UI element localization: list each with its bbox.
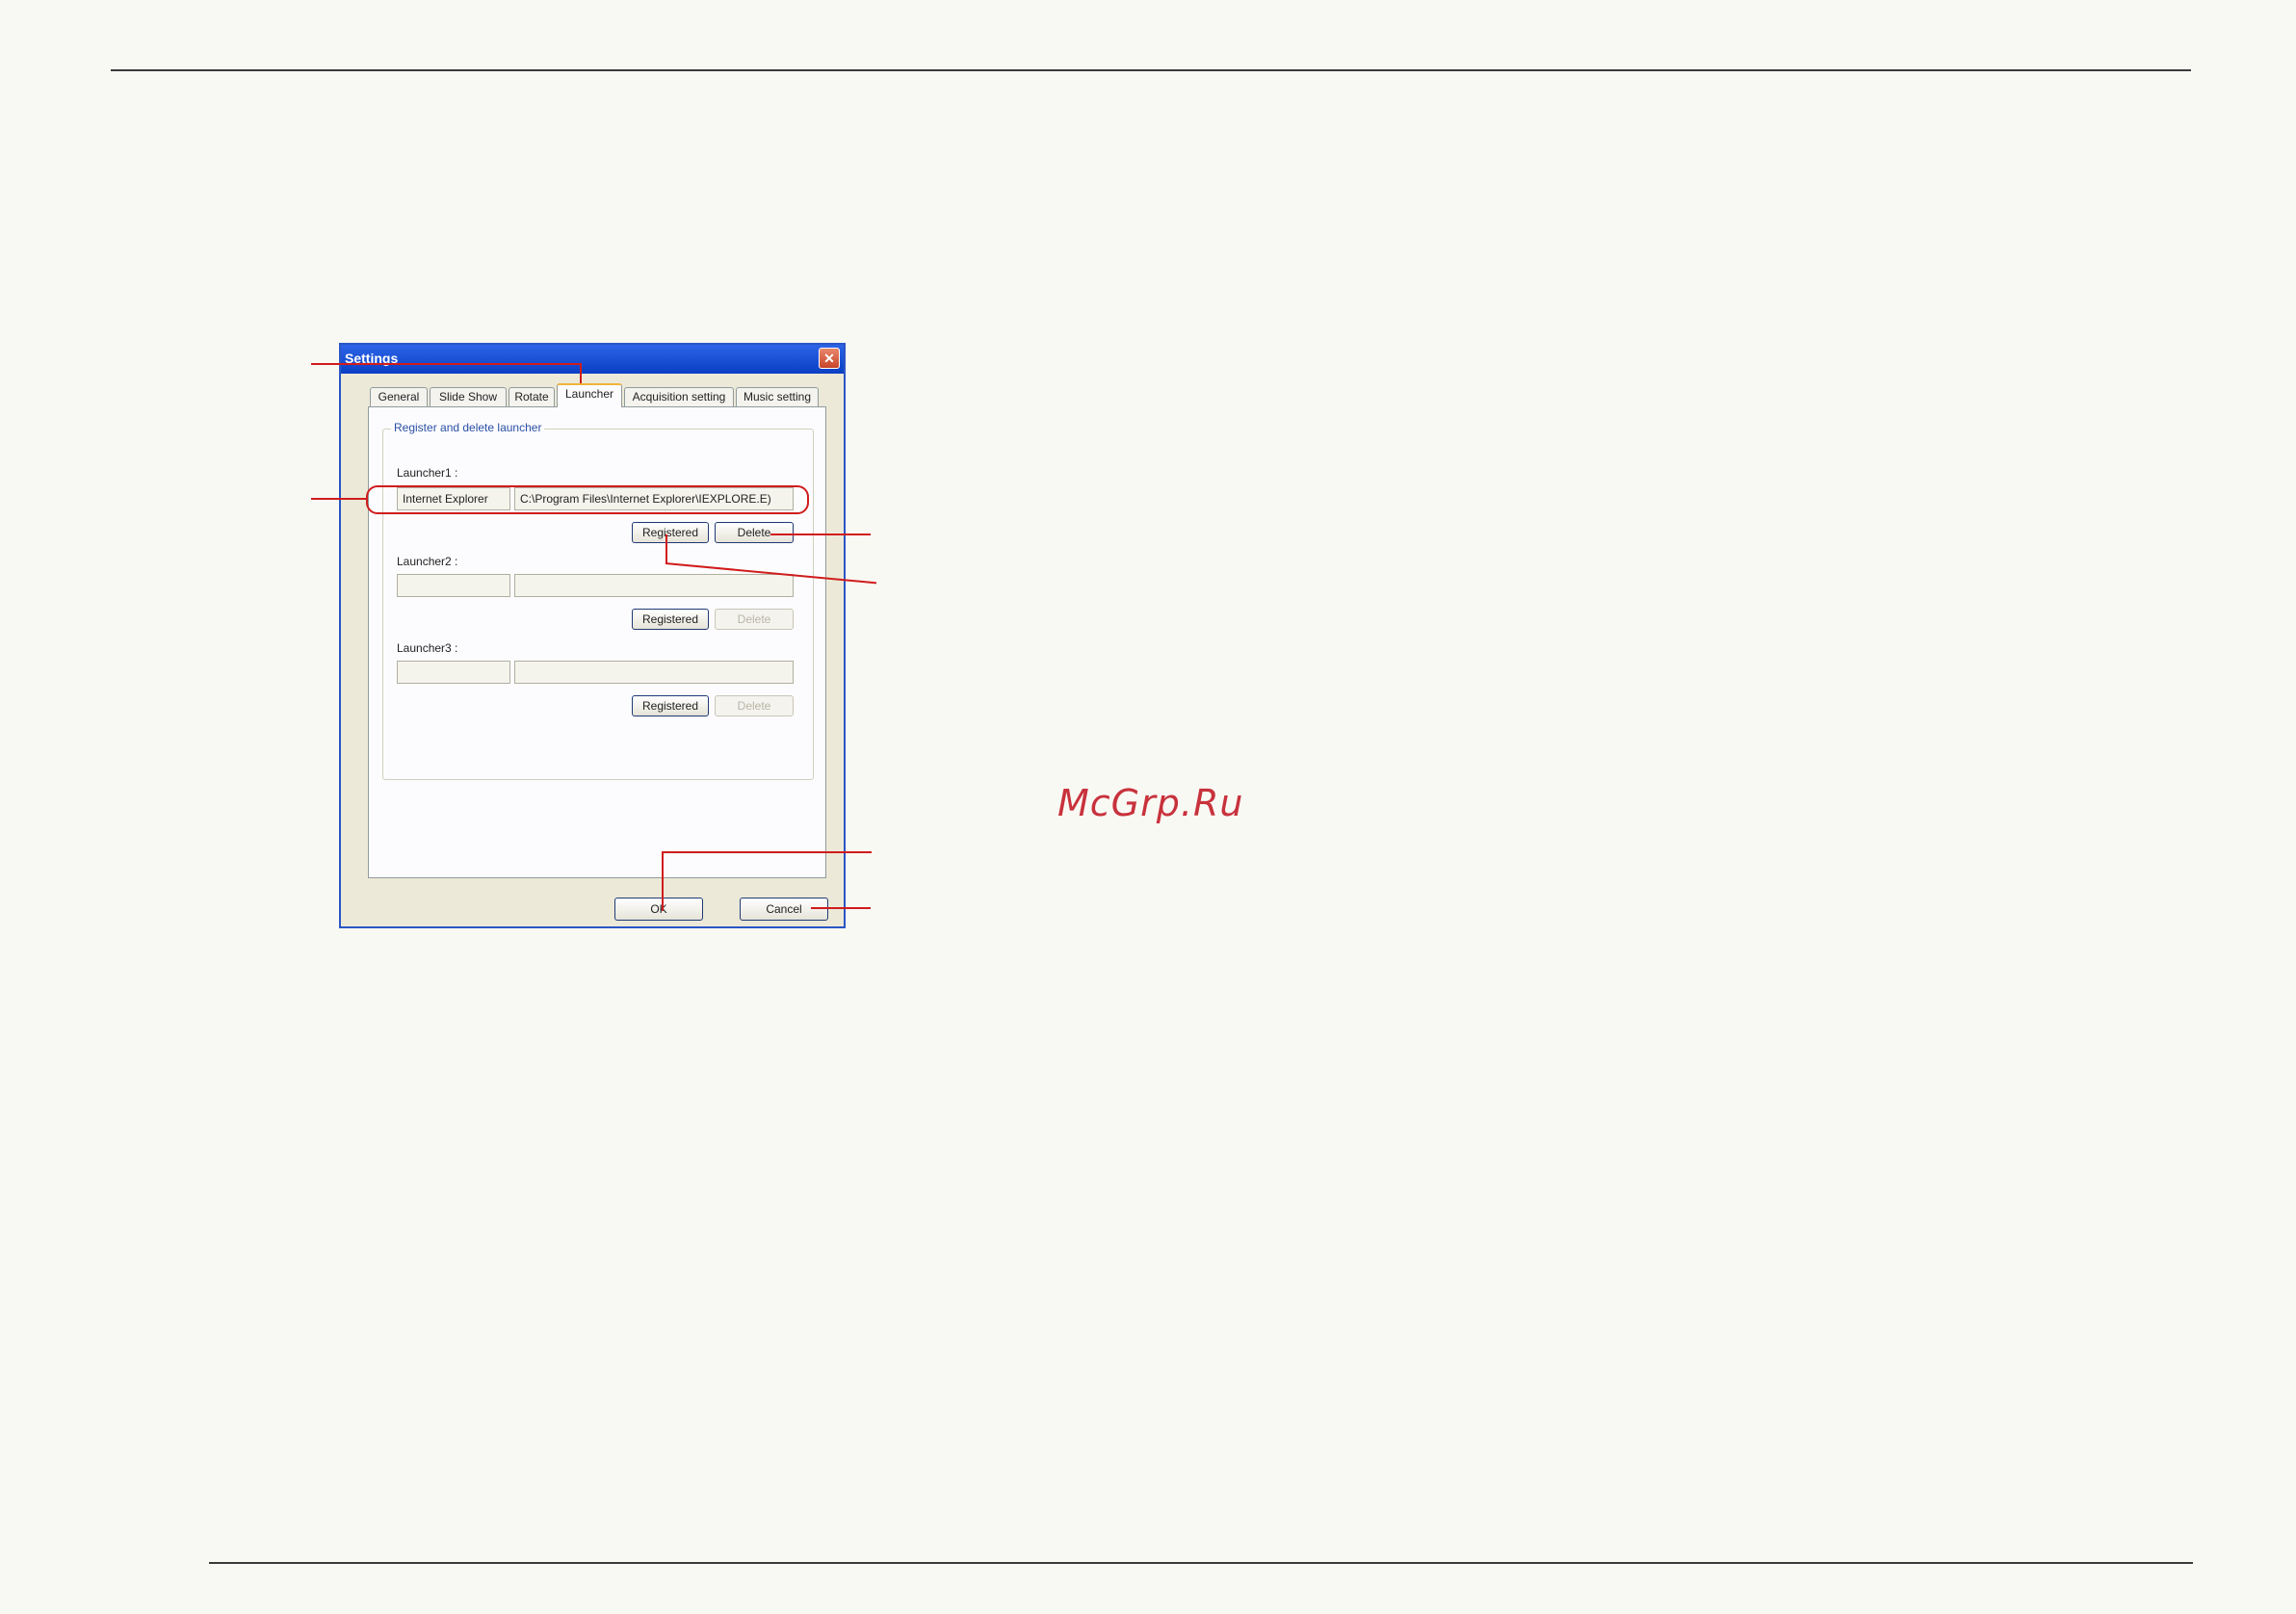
callout-line-tab (311, 363, 581, 365)
callout-line-launcher1 (311, 498, 367, 500)
callout-line-ok-drop (662, 851, 664, 911)
launcher2-path-field[interactable] (514, 574, 794, 597)
launcher1-delete-button[interactable]: Delete (715, 522, 794, 543)
callout-line-ok (662, 851, 872, 853)
launcher3-label: Launcher3 : (397, 641, 458, 655)
tab-acquisition-setting[interactable]: Acquisition setting (624, 387, 734, 406)
launcher2-name-field[interactable] (397, 574, 510, 597)
launcher2-registered-button[interactable]: Registered (632, 609, 709, 630)
bottom-rule (209, 1562, 2193, 1564)
close-icon[interactable]: ✕ (819, 348, 840, 369)
tab-general[interactable]: General (370, 387, 428, 406)
launcher-tab-panel: Register and delete launcher Launcher1 :… (368, 406, 826, 878)
launcher1-registered-button[interactable]: Registered (632, 522, 709, 543)
group-title: Register and delete launcher (391, 421, 545, 434)
tab-slide-show[interactable]: Slide Show (430, 387, 507, 406)
callout-oval-launcher1 (366, 485, 809, 514)
launcher3-delete-button: Delete (715, 695, 794, 716)
launcher1-label: Launcher1 : (397, 466, 458, 480)
launcher3-path-field[interactable] (514, 661, 794, 684)
title-bar[interactable]: Settings ✕ (341, 345, 844, 374)
callout-line-registered-drop (665, 534, 667, 563)
launcher2-label: Launcher2 : (397, 555, 458, 568)
top-rule (111, 69, 2191, 71)
cancel-button[interactable]: Cancel (740, 898, 828, 921)
callout-line-cancel (811, 907, 871, 909)
launcher3-registered-button[interactable]: Registered (632, 695, 709, 716)
watermark: McGrp.Ru (1057, 782, 1244, 824)
settings-dialog: Settings ✕ General Slide Show Rotate Lau… (339, 343, 846, 928)
launcher2-delete-button: Delete (715, 609, 794, 630)
launcher3-name-field[interactable] (397, 661, 510, 684)
tab-launcher[interactable]: Launcher (557, 383, 622, 407)
tab-rotate[interactable]: Rotate (509, 387, 555, 406)
register-delete-group: Register and delete launcher Launcher1 :… (382, 421, 814, 780)
callout-line-delete (770, 534, 871, 535)
tab-music-setting[interactable]: Music setting (736, 387, 819, 406)
ok-button[interactable]: OK (614, 898, 703, 921)
